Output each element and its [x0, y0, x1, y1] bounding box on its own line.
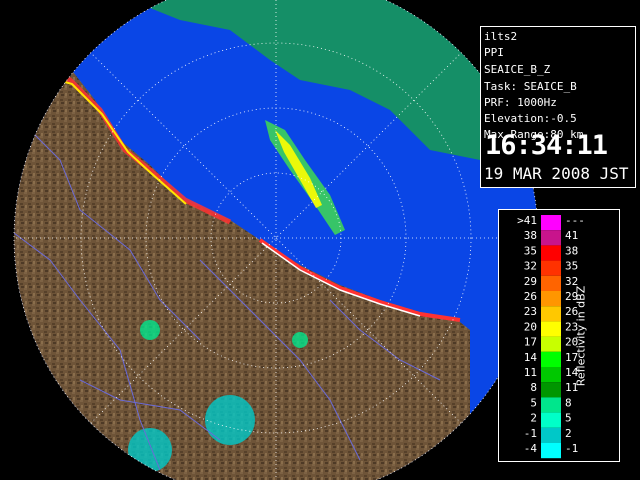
legend-swatch [541, 336, 561, 352]
legend-swatch [541, 215, 561, 231]
legend-swatch [541, 412, 561, 428]
legend-swatch [541, 367, 561, 383]
task-name: Task: SEAICE_B [484, 80, 577, 93]
legend-lower-bound: 29 [524, 275, 537, 288]
legend-lower-bound: 2 [530, 412, 537, 425]
legend-swatch [541, 397, 561, 413]
legend-swatch [541, 275, 561, 291]
reflectivity-legend: >41 --- 38 41 35 38 32 35 29 32 26 29 23 26 20 23 17 20 14… [498, 209, 620, 462]
scan-time: 16:34:11 [485, 130, 608, 161]
legend-lower-bound: 8 [530, 381, 537, 394]
legend-lower-bound: >41 [517, 214, 537, 227]
legend-upper-bound: --- [565, 214, 585, 227]
legend-title: Reflectivity in dBZ [574, 285, 588, 387]
legend-scale: >41 ---38 4135 3832 3529 3226 2923 2620 2317 2014… [517, 214, 585, 459]
legend-lower-bound: -1 [524, 427, 537, 440]
elevation-value: Elevation:-0.5 [484, 112, 577, 125]
legend-swatch [541, 291, 561, 307]
scan-mode: PPI [484, 46, 504, 59]
product-name: SEAICE_B_Z [484, 63, 551, 76]
legend-upper-bound: -1 [565, 442, 578, 455]
legend-upper-bound: 2 [565, 427, 572, 440]
radar-info-panel: ilts2 PPI SEAICE_B_Z Task: SEAICE_B PRF:… [480, 26, 636, 188]
legend-upper-bound: 8 [565, 396, 572, 409]
legend-swatch [541, 260, 561, 276]
legend-lower-bound: 26 [524, 290, 537, 303]
legend-lower-bound: 32 [524, 260, 537, 273]
legend-upper-bound: 5 [565, 412, 572, 425]
legend-swatch [541, 427, 561, 443]
legend-swatch [541, 306, 561, 322]
legend-lower-bound: 11 [524, 366, 537, 379]
legend-lower-bound: 17 [524, 336, 537, 349]
legend-lower-bound: 23 [524, 305, 537, 318]
legend-swatch [541, 351, 561, 367]
legend-swatch [541, 230, 561, 246]
legend-swatch [541, 321, 561, 337]
legend-lower-bound: 5 [530, 396, 537, 409]
legend-swatch [541, 382, 561, 398]
legend-swatch [541, 245, 561, 261]
legend-lower-bound: 20 [524, 320, 537, 333]
legend-lower-bound: 14 [524, 351, 538, 364]
site-name: ilts2 [484, 30, 518, 43]
legend-lower-bound: 38 [524, 229, 537, 242]
scan-date: 19 MAR 2008 JST [484, 164, 629, 183]
legend-lower-bound: -4 [524, 442, 538, 455]
prf-value: PRF: 1000Hz [484, 96, 557, 109]
legend-lower-bound: 35 [524, 244, 537, 257]
legend-swatch [541, 443, 561, 459]
